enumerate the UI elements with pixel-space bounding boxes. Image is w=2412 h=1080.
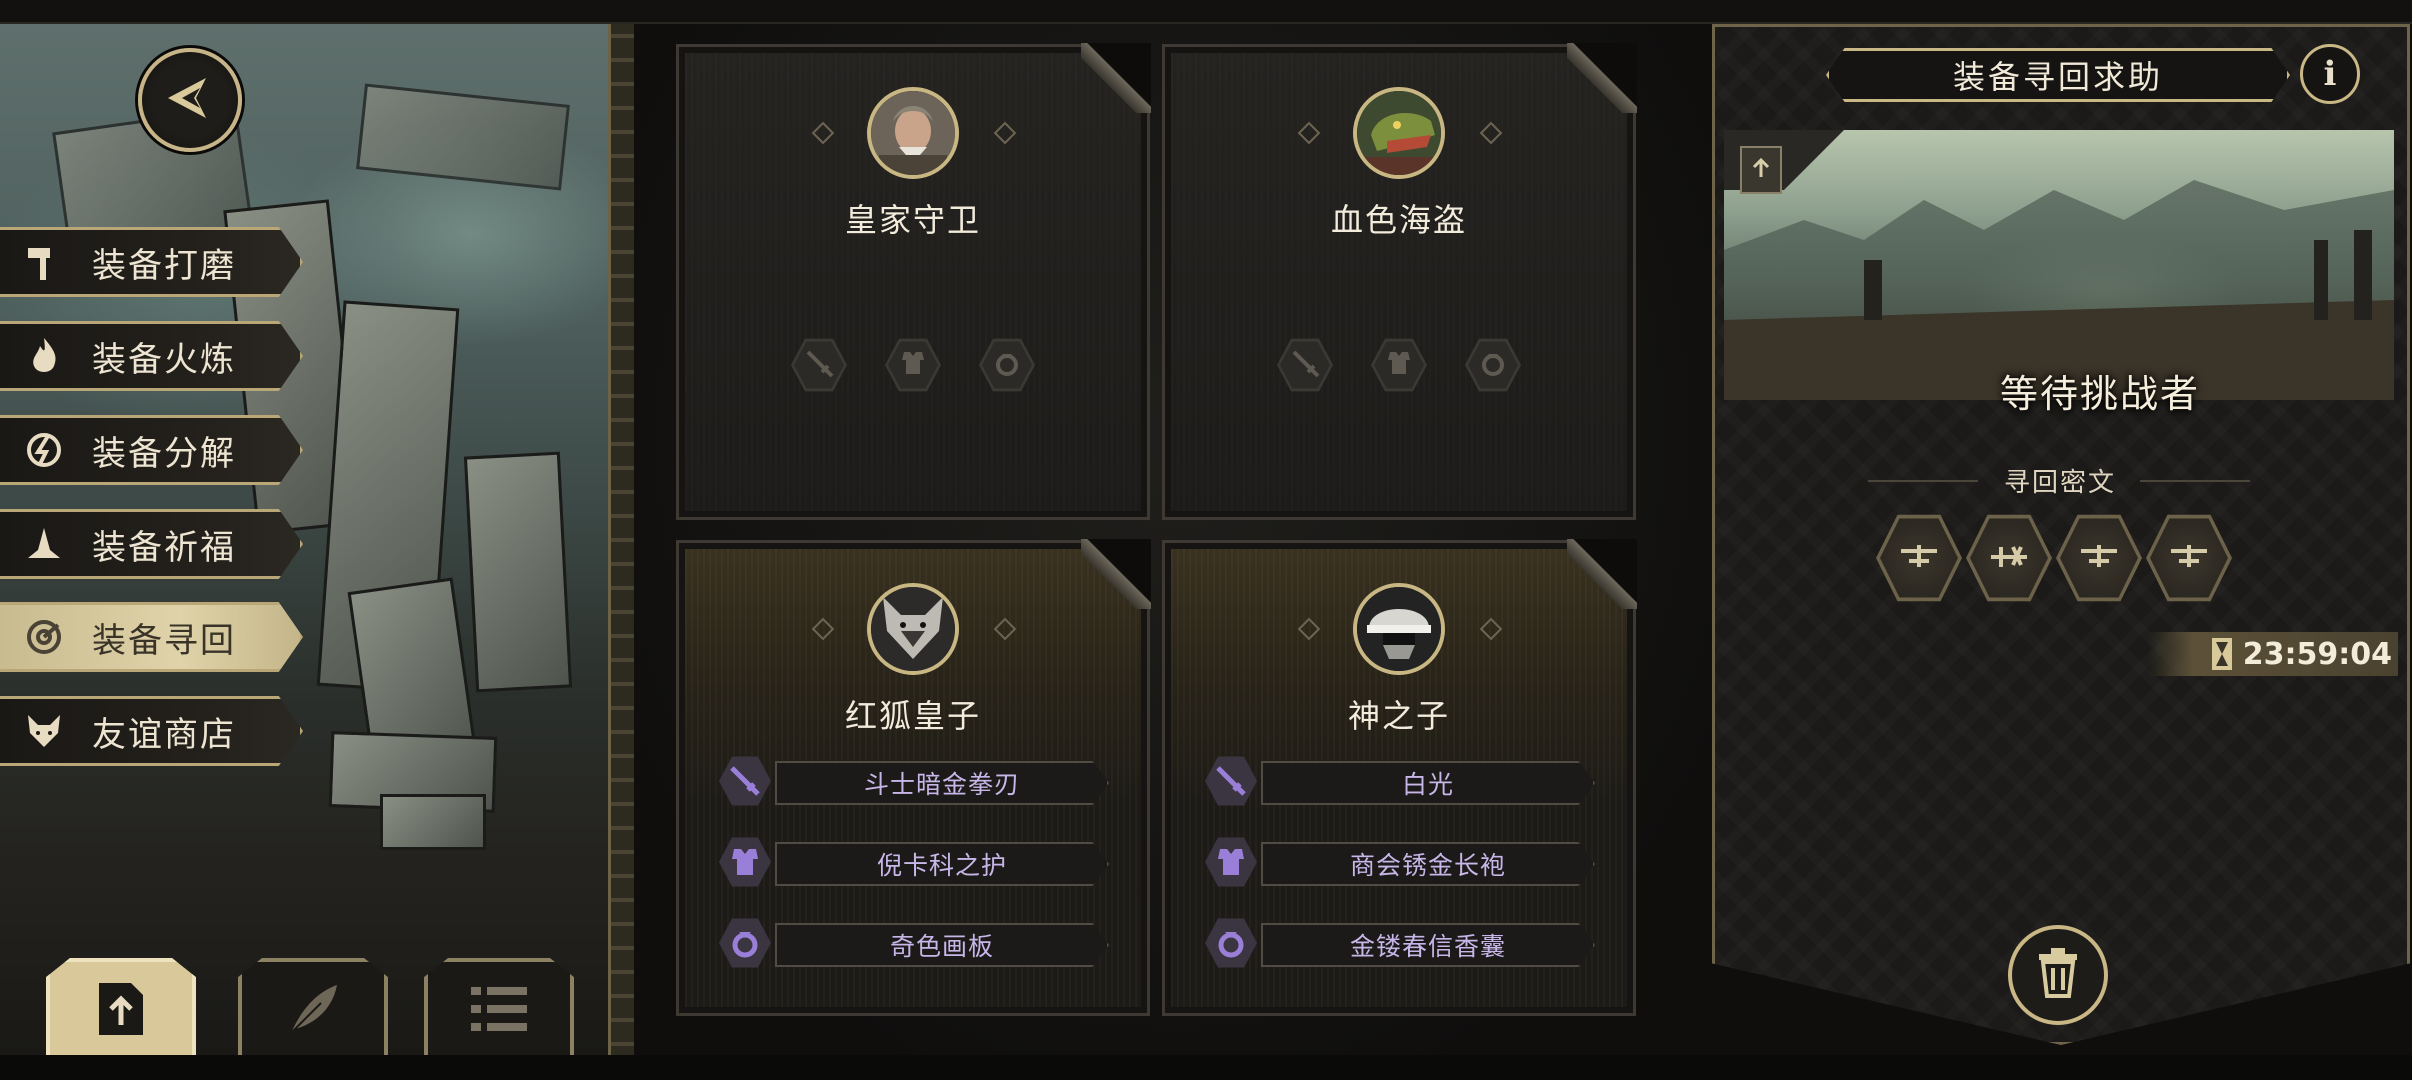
equipment-row-armor[interactable]: 倪卡科之护 (719, 836, 1119, 888)
hero-portrait (867, 583, 959, 675)
hero-card-crimson-pirate[interactable]: 血色海盗 (1162, 43, 1637, 520)
list-icon (467, 981, 531, 1041)
countdown-timer: 23:59:04 (2148, 632, 2398, 676)
prayer-hands-icon (22, 522, 66, 566)
info-icon: i (2323, 54, 2337, 94)
tab-list[interactable] (424, 958, 574, 1064)
upload-arrow-icon (1750, 155, 1772, 185)
ornament-diamond (993, 617, 1017, 641)
upload-file-icon (93, 979, 149, 1043)
page-curl (1567, 539, 1637, 609)
hero-name: 红狐皇子 (844, 697, 981, 735)
menu-item-label: 装备祈福 (92, 527, 236, 568)
armor-slot[interactable] (1371, 338, 1427, 392)
bottom-bar (0, 1055, 2412, 1080)
hero-card-red-fox-prince[interactable]: 红狐皇子 斗士暗金拳刃 倪卡科之护 奇色画板 (676, 539, 1151, 1016)
ornament-diamond (1479, 617, 1503, 641)
feather-icon (281, 977, 345, 1045)
menu-item-label: 装备打磨 (92, 245, 236, 286)
menu-item-retrieve[interactable]: 装备寻回 (0, 602, 303, 672)
sword-icon (1205, 756, 1257, 806)
sword-icon (804, 348, 834, 382)
hero-portrait (1353, 87, 1445, 179)
menu-item-polish[interactable]: 装备打磨 (0, 227, 303, 297)
equipment-name: 斗士暗金拳刃 (775, 761, 1109, 805)
delete-button[interactable] (2008, 925, 2108, 1025)
menu-item-label: 装备火炼 (92, 339, 236, 380)
page-curl (1081, 539, 1151, 609)
menu-item-refine[interactable]: 装备火炼 (0, 321, 303, 391)
target-icon (22, 615, 66, 659)
trash-icon (2033, 946, 2083, 1004)
hero-name: 神之子 (1347, 697, 1450, 735)
ornament-diamond (811, 617, 835, 641)
timer-value: 23:59:04 (2242, 636, 2392, 672)
armor-icon (719, 837, 771, 887)
hero-name: 血色海盗 (1330, 201, 1467, 239)
hero-name: 皇家守卫 (844, 201, 981, 239)
menu-item-friendship-shop[interactable]: 友谊商店 (0, 696, 303, 766)
flame-icon (22, 334, 66, 378)
tab-upload[interactable] (46, 958, 196, 1064)
ring-icon (719, 918, 771, 968)
equipment-name: 倪卡科之护 (775, 842, 1109, 886)
menu-item-decompose[interactable]: 装备分解 (0, 415, 303, 485)
equipment-row-weapon[interactable]: 斗士暗金拳刃 (719, 755, 1119, 807)
hourglass-icon (2211, 637, 2233, 671)
hero-portrait (1353, 583, 1445, 675)
info-button[interactable]: i (2300, 44, 2360, 104)
weapon-slot[interactable] (1277, 338, 1333, 392)
sword-icon (1290, 348, 1320, 382)
accessory-slot[interactable] (979, 338, 1035, 392)
equipment-row-weapon[interactable]: 白光 (1205, 755, 1605, 807)
decompose-icon (22, 428, 66, 472)
ring-icon (992, 348, 1022, 382)
armor-icon (1205, 837, 1257, 887)
ornament-diamond (1479, 121, 1503, 145)
menu-item-bless[interactable]: 装备祈福 (0, 509, 303, 579)
rune-glyph-icon (2077, 541, 2121, 575)
equipment-name: 奇色画板 (775, 923, 1109, 967)
tab-feather[interactable] (238, 958, 388, 1064)
top-bar (0, 0, 2412, 24)
accessory-slot[interactable] (1465, 338, 1521, 392)
ornament-diamond (1297, 617, 1321, 641)
ornament-diamond (1297, 121, 1321, 145)
status-title: 等待挑战者 (1900, 355, 2300, 425)
equipment-name: 商会锈金长袍 (1261, 842, 1595, 886)
armor-icon (1384, 348, 1414, 382)
sword-icon (719, 756, 771, 806)
armor-slot[interactable] (885, 338, 941, 392)
rune-glyph-icon (2167, 541, 2211, 575)
equipment-name: 金镂春信香囊 (1261, 923, 1595, 967)
hammer-icon (22, 240, 66, 284)
runes-label: 寻回密文 (2003, 468, 2116, 498)
page-curl (1567, 43, 1637, 113)
rune-glyph-icon (1987, 541, 2031, 575)
ornament-diamond (993, 121, 1017, 145)
fox-icon (22, 709, 66, 753)
menu-item-label: 装备寻回 (92, 620, 236, 661)
ring-icon (1478, 348, 1508, 382)
back-button[interactable] (138, 48, 242, 152)
armor-icon (898, 348, 928, 382)
panel-title: 装备寻回求助 (1826, 48, 2290, 102)
page-curl (1081, 43, 1151, 113)
weapon-slot[interactable] (791, 338, 847, 392)
hero-portrait (867, 87, 959, 179)
equipment-row-accessory[interactable]: 奇色画板 (719, 917, 1119, 969)
back-arrow-icon (160, 68, 220, 132)
equipment-row-armor[interactable]: 商会锈金长袍 (1205, 836, 1605, 888)
upload-badge (1740, 146, 1782, 194)
menu-item-label: 友谊商店 (92, 714, 236, 755)
rune-glyph-icon (1897, 541, 1941, 575)
hero-card-royal-guard[interactable]: 皇家守卫 (676, 43, 1151, 520)
menu-item-label: 装备分解 (92, 433, 236, 474)
equipment-name: 白光 (1261, 761, 1595, 805)
ornament-diamond (811, 121, 835, 145)
equipment-row-accessory[interactable]: 金镂春信香囊 (1205, 917, 1605, 969)
hero-card-son-of-god[interactable]: 神之子 白光 商会锈金长袍 金镂春信香囊 (1162, 539, 1637, 1016)
ring-icon (1205, 918, 1257, 968)
